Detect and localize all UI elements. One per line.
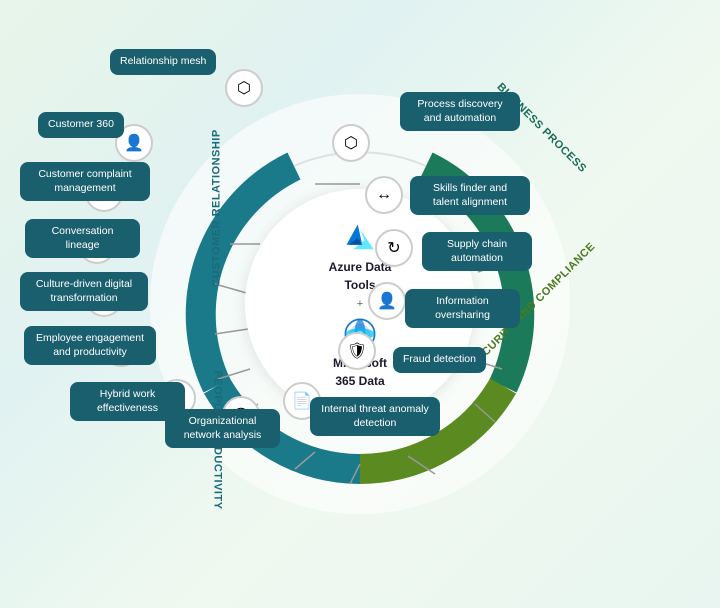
tooltip-skills-finder: Skills finder and talent alignment [410,176,530,215]
diagram-container: ⬡ 👤 📋 ⊞ ✕ ⏱ ☁ ◯ 📄 🛡 👤 ↻ ↔ ⬡ Customer rel… [20,14,700,594]
azure-logo [342,220,378,256]
icon-process: ⬡ [332,124,370,162]
tooltip-supply-chain: Supply chain automation [422,232,532,271]
tooltip-culture-digital: Culture-driven digital transformation [20,272,148,311]
center-plus: + [357,298,363,310]
icon-skills: ↔ [365,176,403,214]
tooltip-customer-360: Customer 360 [38,112,124,138]
icon-supply: ↻ [375,229,413,267]
tooltip-employee-engagement: Employee engagement and productivity [24,326,156,365]
label-customer-relationship: Customer relationship [211,129,223,286]
tooltip-customer-complaint: Customer complaint management [20,162,150,201]
tooltip-relationship-mesh: Relationship mesh [110,49,216,75]
tooltip-info-oversharing: Information oversharing [405,289,520,328]
tooltip-conversation-lineage: Conversation lineage [25,219,140,258]
tooltip-internal-threat: Internal threat anomaly detection [310,397,440,436]
tooltip-fraud-detection: Fraud detection [393,347,486,373]
icon-info: 👤 [368,282,406,320]
icon-relationship-mesh: ⬡ [225,69,263,107]
icon-fraud: 🛡 [338,332,376,370]
tooltip-org-network: Organizational network analysis [165,409,280,448]
tooltip-process-discovery: Process discovery and automation [400,92,520,131]
center-365-text: 365 Data [335,374,384,388]
